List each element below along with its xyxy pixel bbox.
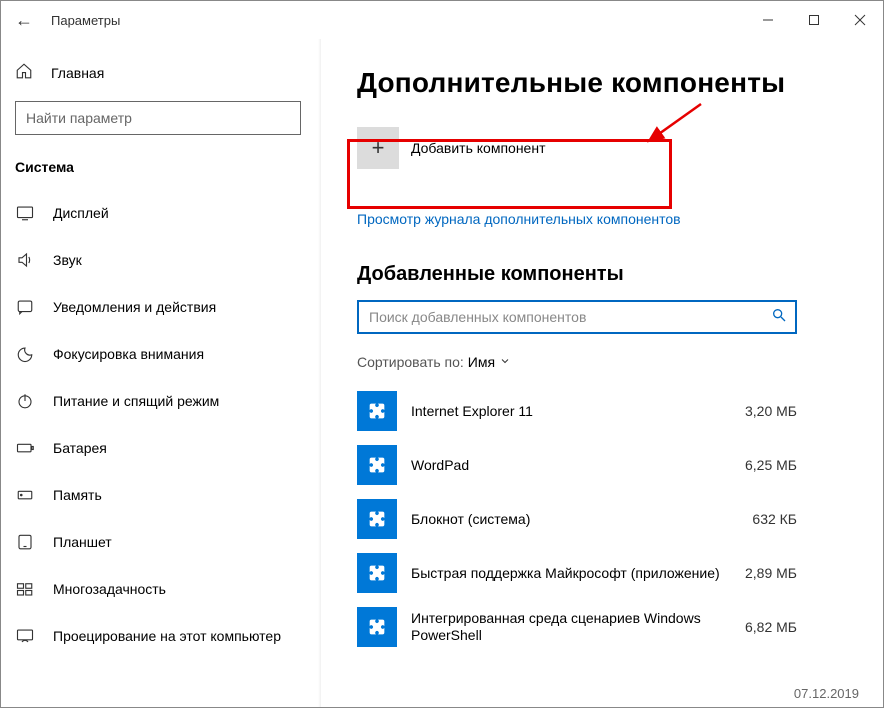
nav-label: Планшет	[53, 534, 112, 550]
search-icon	[771, 307, 787, 328]
sidebar-item-battery[interactable]: Батарея	[15, 424, 321, 471]
nav-label: Проецирование на этот компьютер	[53, 628, 281, 644]
window-title: Параметры	[51, 13, 120, 28]
power-icon	[15, 392, 35, 410]
nav-label: Уведомления и действия	[53, 299, 216, 315]
search-placeholder: Найти параметр	[26, 110, 132, 126]
battery-icon	[15, 439, 35, 457]
feature-item[interactable]: Internet Explorer 11 3,20 МБ	[357, 384, 797, 438]
add-feature-label: Добавить компонент	[411, 140, 545, 156]
add-feature-button[interactable]: + Добавить компонент	[357, 123, 677, 173]
feature-icon	[357, 391, 397, 431]
date-label: 07.12.2019	[794, 686, 859, 701]
feature-item[interactable]: Интегрированная среда сценариев Windows …	[357, 600, 797, 654]
home-icon	[15, 62, 33, 85]
search-icon	[276, 108, 292, 129]
feature-icon	[357, 607, 397, 647]
plus-icon: +	[357, 127, 399, 169]
nav-label: Питание и спящий режим	[53, 393, 219, 409]
search-features-placeholder: Поиск добавленных компонентов	[369, 309, 586, 325]
sidebar-item-notifications[interactable]: Уведомления и действия	[15, 283, 321, 330]
feature-history-link[interactable]: Просмотр журнала дополнительных компонен…	[357, 211, 681, 227]
tablet-icon	[15, 533, 35, 551]
sidebar-item-power[interactable]: Питание и спящий режим	[15, 377, 321, 424]
storage-icon	[15, 486, 35, 504]
project-icon	[15, 627, 35, 645]
feature-size: 3,20 МБ	[745, 403, 797, 419]
feature-size: 6,25 МБ	[745, 457, 797, 473]
minimize-button[interactable]	[745, 4, 791, 36]
sidebar-item-projecting[interactable]: Проецирование на этот компьютер	[15, 612, 321, 659]
nav-label: Память	[53, 487, 102, 503]
sound-icon	[15, 251, 35, 269]
feature-size: 6,82 МБ	[745, 619, 797, 635]
sort-dropdown[interactable]: Сортировать по: Имя	[357, 354, 853, 370]
display-icon	[15, 204, 35, 222]
feature-item[interactable]: Быстрая поддержка Майкрософт (приложение…	[357, 546, 797, 600]
nav-label: Фокусировка внимания	[53, 346, 204, 362]
nav-label: Батарея	[53, 440, 107, 456]
feature-icon	[357, 553, 397, 593]
nav-label: Дисплей	[53, 205, 109, 221]
feature-icon	[357, 445, 397, 485]
feature-size: 2,89 МБ	[745, 565, 797, 581]
feature-name: Internet Explorer 11	[411, 403, 731, 420]
sort-value: Имя	[468, 354, 495, 370]
sidebar-item-focus[interactable]: Фокусировка внимания	[15, 330, 321, 377]
search-settings-input[interactable]: Найти параметр	[15, 101, 301, 135]
maximize-button[interactable]	[791, 4, 837, 36]
section-heading: Система	[15, 159, 321, 175]
sidebar-item-multitasking[interactable]: Многозадачность	[15, 565, 321, 612]
chevron-down-icon	[499, 354, 511, 370]
home-label: Главная	[51, 65, 104, 81]
back-button[interactable]: ←	[15, 10, 33, 31]
close-button[interactable]	[837, 4, 883, 36]
sidebar-item-display[interactable]: Дисплей	[15, 189, 321, 236]
nav-label: Многозадачность	[53, 581, 166, 597]
focus-icon	[15, 345, 35, 363]
installed-heading: Добавленные компоненты	[357, 263, 853, 286]
feature-name: Блокнот (система)	[411, 511, 738, 528]
feature-item[interactable]: WordPad 6,25 МБ	[357, 438, 797, 492]
sidebar-item-sound[interactable]: Звук	[15, 236, 321, 283]
sidebar-item-storage[interactable]: Память	[15, 471, 321, 518]
nav-label: Звук	[53, 252, 82, 268]
page-title: Дополнительные компоненты	[357, 67, 853, 99]
feature-name: WordPad	[411, 457, 731, 474]
feature-name: Интегрированная среда сценариев Windows …	[411, 610, 731, 644]
notification-icon	[15, 298, 35, 316]
sidebar-item-tablet[interactable]: Планшет	[15, 518, 321, 565]
sort-label: Сортировать по:	[357, 354, 464, 370]
multitasking-icon	[15, 580, 35, 598]
home-button[interactable]: Главная	[15, 51, 321, 95]
feature-icon	[357, 499, 397, 539]
search-features-input[interactable]: Поиск добавленных компонентов	[357, 300, 797, 334]
feature-name: Быстрая поддержка Майкрософт (приложение…	[411, 565, 731, 582]
feature-size: 632 КБ	[752, 511, 797, 527]
feature-item[interactable]: Блокнот (система) 632 КБ	[357, 492, 797, 546]
